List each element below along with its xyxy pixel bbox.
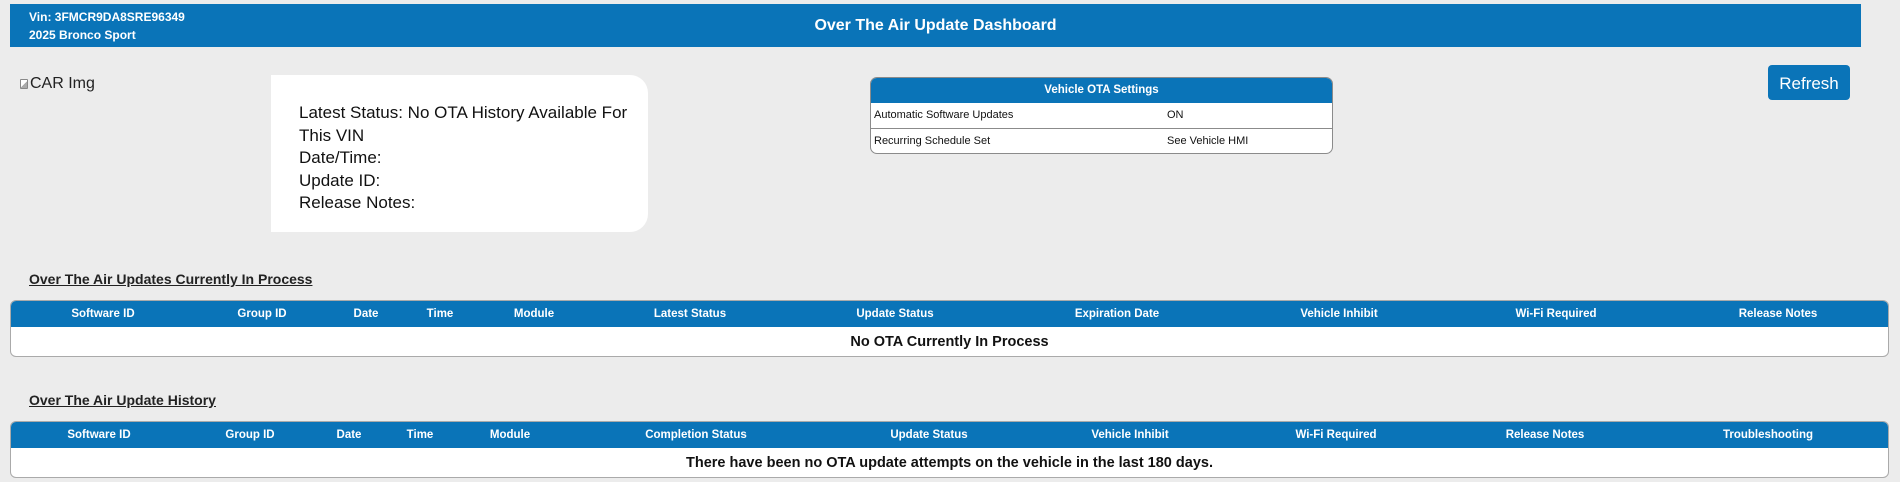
broken-image-icon — [20, 79, 28, 89]
column-header[interactable]: Time — [407, 422, 434, 448]
history-table: Software ID Group ID Date Time Module Co… — [10, 421, 1889, 478]
ota-settings-title: Vehicle OTA Settings — [871, 78, 1332, 103]
in-process-section-title: Over The Air Updates Currently In Proces… — [29, 271, 313, 287]
history-table-header: Software ID Group ID Date Time Module Co… — [11, 422, 1888, 448]
ota-setting-row: Automatic Software Updates ON — [871, 103, 1332, 128]
column-header[interactable]: Group ID — [225, 422, 274, 448]
column-header[interactable]: Group ID — [237, 301, 286, 327]
column-header[interactable]: Wi-Fi Required — [1295, 422, 1376, 448]
automatic-updates-value: ON — [1167, 109, 1184, 121]
column-header[interactable]: Wi-Fi Required — [1515, 301, 1596, 327]
page-title: Over The Air Update Dashboard — [814, 17, 1057, 34]
automatic-updates-label: Automatic Software Updates — [874, 109, 1014, 121]
column-header[interactable]: Module — [514, 301, 554, 327]
column-header[interactable]: Expiration Date — [1075, 301, 1159, 327]
column-header[interactable]: Module — [490, 422, 530, 448]
in-process-empty-message: No OTA Currently In Process — [850, 334, 1049, 350]
history-section-title: Over The Air Update History — [29, 392, 216, 408]
refresh-button[interactable]: Refresh — [1768, 65, 1850, 100]
column-header[interactable]: Troubleshooting — [1723, 422, 1813, 448]
column-header[interactable]: Release Notes — [1739, 301, 1818, 327]
update-id-label: Update ID: — [299, 170, 381, 190]
dashboard-header: Vin: 3FMCR9DA8SRE96349 2025 Bronco Sport… — [10, 4, 1861, 47]
column-header[interactable]: Vehicle Inhibit — [1091, 422, 1168, 448]
column-header[interactable]: Software ID — [71, 301, 134, 327]
car-image-alt-text: CAR Img — [30, 75, 95, 92]
date-time-label: Date/Time: — [299, 148, 382, 167]
column-header[interactable]: Date — [354, 301, 379, 327]
column-header[interactable]: Software ID — [67, 422, 130, 448]
latest-status-card: Latest Status: No OTA History Available … — [271, 75, 648, 232]
in-process-table-header: Software ID Group ID Date Time Module La… — [11, 301, 1888, 327]
ota-setting-row: Recurring Schedule Set See Vehicle HMI — [871, 128, 1332, 153]
car-image: CAR Img — [20, 75, 95, 93]
history-empty-message: There have been no OTA update attempts o… — [686, 455, 1213, 471]
column-header[interactable]: Update Status — [890, 422, 967, 448]
latest-status-text: Latest Status: No OTA History Available … — [299, 103, 628, 145]
column-header[interactable]: Date — [337, 422, 362, 448]
in-process-table: Software ID Group ID Date Time Module La… — [10, 300, 1889, 357]
recurring-schedule-value: See Vehicle HMI — [1167, 135, 1249, 147]
column-header[interactable]: Latest Status — [654, 301, 726, 327]
column-header[interactable]: Release Notes — [1506, 422, 1585, 448]
column-header[interactable]: Update Status — [856, 301, 933, 327]
column-header[interactable]: Vehicle Inhibit — [1300, 301, 1377, 327]
release-notes-label: Release Notes: — [299, 193, 416, 212]
recurring-schedule-label: Recurring Schedule Set — [874, 135, 991, 147]
column-header[interactable]: Completion Status — [645, 422, 747, 448]
vehicle-ota-settings-table: Vehicle OTA Settings Automatic Software … — [870, 77, 1333, 154]
column-header[interactable]: Time — [427, 301, 454, 327]
